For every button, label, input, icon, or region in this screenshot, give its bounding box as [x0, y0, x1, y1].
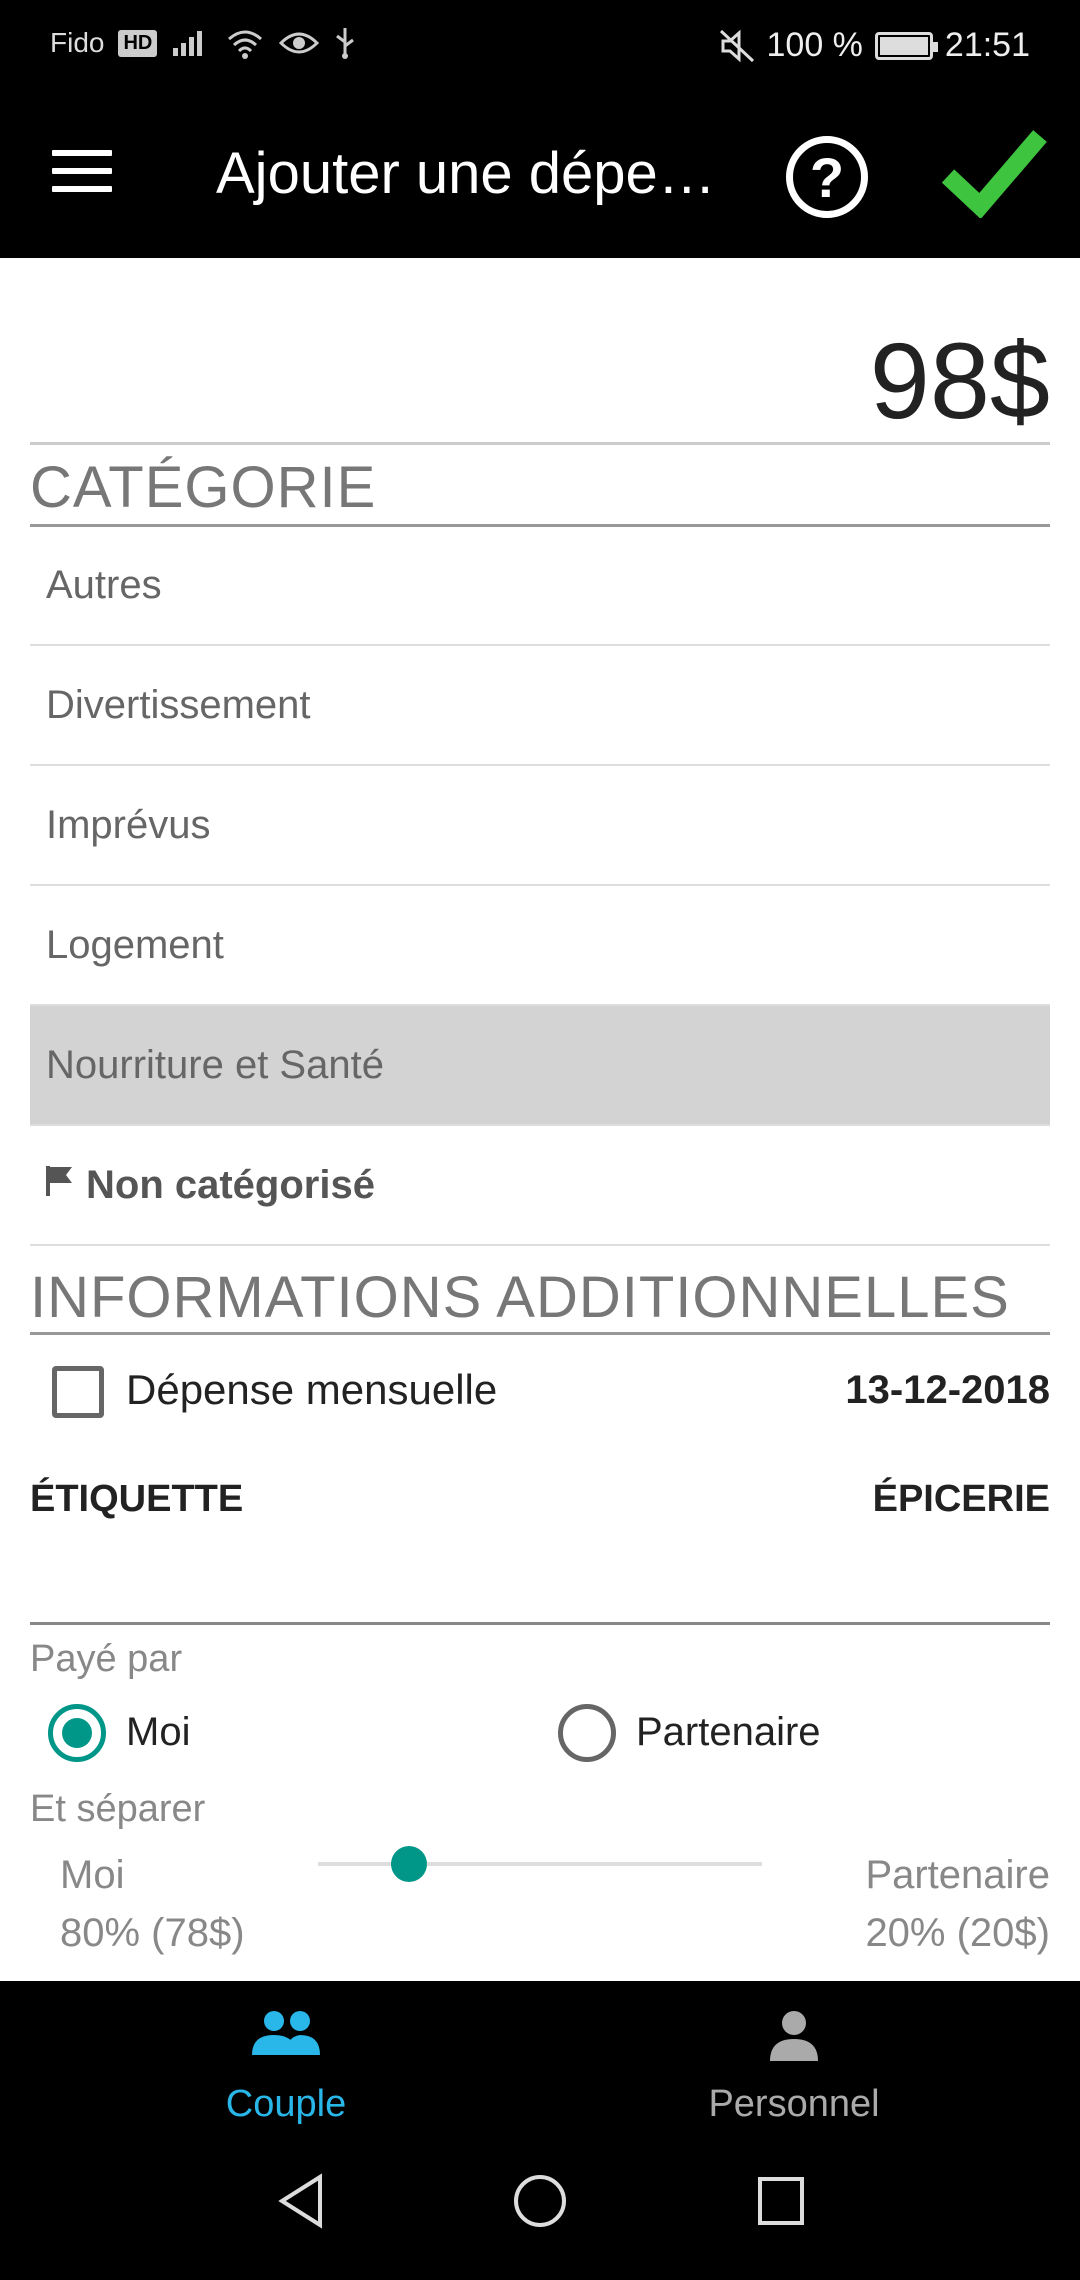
category-section-title: CATÉGORIE — [30, 455, 377, 520]
eye-icon — [279, 29, 320, 57]
payer-radio-me-label[interactable]: Moi — [126, 1710, 190, 1755]
signal-icon — [171, 28, 211, 58]
category-item[interactable]: Nourriture et Santé — [30, 1006, 1050, 1126]
split-slider-thumb[interactable] — [390, 1846, 427, 1882]
split-partner-value: 20% (20$) — [865, 1911, 1050, 1955]
split-label: Et séparer — [30, 1788, 206, 1830]
tab-couple-label: Couple — [225, 2083, 347, 2125]
tag-label: ÉTIQUETTE — [30, 1478, 244, 1520]
usb-icon — [333, 26, 357, 60]
monthly-expense-row: Dépense mensuelle 13-12-2018 — [30, 1354, 1050, 1434]
help-icon[interactable]: ? — [786, 136, 868, 218]
category-item[interactable]: Autres — [30, 526, 1050, 646]
battery-icon — [874, 31, 938, 60]
paid-by-label: Payé par — [30, 1638, 183, 1680]
carrier-name: Fido — [50, 27, 105, 58]
payer-radio-partner[interactable] — [558, 1704, 616, 1762]
expense-form: 98$ CATÉGORIE Autres Divertissement Imprév… — [0, 258, 1080, 1981]
category-item[interactable]: Divertissement — [30, 646, 1050, 766]
category-item-label: Imprévus — [46, 802, 211, 847]
additional-info-title: INFORMATIONS ADDITIONNELLES — [30, 1265, 1010, 1330]
split-partner-name: Partenaire — [865, 1853, 1050, 1897]
page-title: Ajouter une dépe… — [216, 141, 716, 206]
monthly-expense-label: Dépense mensuelle — [126, 1366, 498, 1413]
person-icon — [768, 2009, 820, 2068]
monthly-expense-checkbox[interactable] — [52, 1366, 104, 1418]
split-slider[interactable] — [318, 1846, 762, 1882]
wifi-icon — [225, 27, 265, 59]
battery-fill — [879, 36, 928, 55]
battery-percent: 100 % — [766, 26, 863, 64]
tag-value: ÉPICERIE — [872, 1478, 1050, 1520]
tab-couple[interactable]: Couple — [16, 1981, 556, 2131]
amount-display[interactable]: 98$ — [870, 318, 1050, 443]
confirm-check-icon[interactable] — [940, 128, 1050, 220]
category-item-label: Logement — [46, 922, 224, 967]
category-item-label: Autres — [46, 562, 162, 607]
mute-icon — [719, 29, 755, 63]
category-item[interactable]: Logement — [30, 886, 1050, 1006]
tab-personnel-label: Personnel — [708, 2083, 880, 2125]
flag-icon — [46, 1163, 74, 1208]
payer-radio-partner-label[interactable]: Partenaire — [636, 1710, 821, 1755]
category-item-label: Nourriture et Santé — [46, 1042, 384, 1087]
status-bar: Fido HD 100 % 21:51 — [0, 0, 1080, 92]
category-item[interactable]: Imprévus — [30, 766, 1050, 886]
divider — [30, 1332, 1050, 1335]
split-partner: Partenaire 20% (20$) — [865, 1846, 1050, 1962]
divider — [30, 442, 1050, 445]
payer-radio-me[interactable] — [48, 1704, 106, 1762]
category-item-label: Non catégorisé — [86, 1162, 375, 1207]
tab-personnel[interactable]: Personnel — [524, 1981, 1064, 2131]
category-item-label: Divertissement — [46, 682, 311, 727]
bottom-navigation: Couple Personnel — [0, 1981, 1080, 2131]
app-bar: Ajouter une dépe… ? — [0, 92, 1080, 258]
clock: 21:51 — [944, 26, 1030, 64]
back-icon[interactable] — [276, 2173, 326, 2234]
date-value[interactable]: 13-12-2018 — [845, 1368, 1050, 1413]
divider — [30, 1622, 1050, 1625]
split-me-name: Moi — [60, 1853, 125, 1897]
split-me-value: 80% (78$) — [60, 1911, 245, 1955]
home-icon[interactable] — [512, 2173, 568, 2234]
split-me: Moi 80% (78$) — [60, 1846, 245, 1962]
category-list: Autres Divertissement Imprévus Logement Nour… — [30, 526, 1050, 1246]
menu-icon[interactable] — [52, 150, 112, 192]
category-item[interactable]: Non catégorisé — [30, 1126, 1050, 1246]
recents-icon[interactable] — [756, 2173, 806, 2234]
system-navigation-bar — [0, 2131, 1080, 2280]
people-icon — [250, 2009, 322, 2062]
hd-badge: HD — [118, 29, 158, 57]
